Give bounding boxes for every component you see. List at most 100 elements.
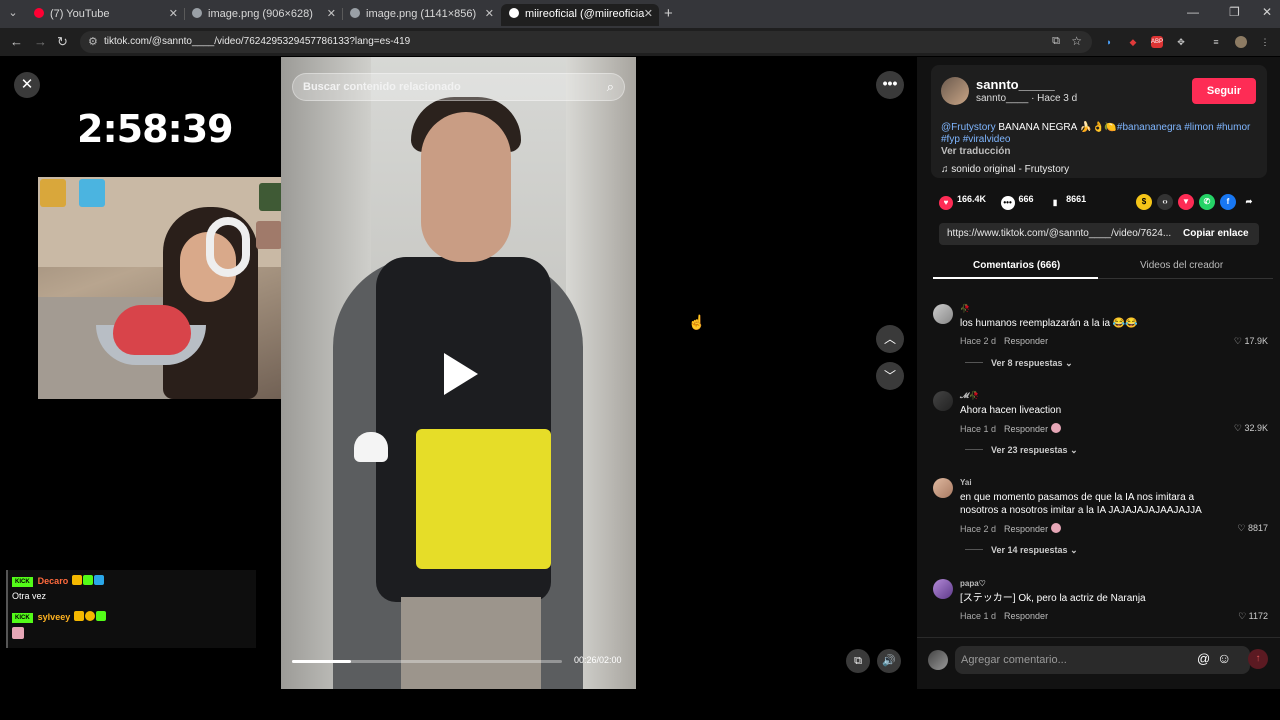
comment-like-button[interactable]: ♡ 8817 — [1237, 523, 1268, 534]
menu-icon[interactable]: ⋮ — [1259, 36, 1271, 48]
next-video-button[interactable]: ﹀ — [876, 362, 904, 390]
related-search-input[interactable]: Buscar contenido relacionado ⌕ — [292, 73, 625, 101]
window-close-icon[interactable]: ✕ — [1262, 5, 1272, 19]
share-link-url[interactable]: https://www.tiktok.com/@sannto____/video… — [947, 228, 1175, 239]
streamer-webcam — [38, 177, 306, 399]
panel-tabs: Comentarios (666) Videos del creador — [933, 255, 1273, 279]
emoji-icon[interactable]: ☺ — [1217, 650, 1231, 666]
reply-button[interactable]: Responder — [1004, 336, 1048, 346]
chevron-down-icon: ⌄ — [1065, 358, 1073, 368]
whatsapp-icon[interactable]: ✆ — [1199, 194, 1215, 210]
comment-like-button[interactable]: ♡ 1172 — [1238, 611, 1268, 622]
reply-button[interactable]: Responder — [1004, 611, 1048, 621]
commenter-avatar[interactable] — [933, 478, 953, 498]
comment-like-button[interactable]: ♡ 17.9K — [1234, 336, 1268, 347]
play-icon[interactable] — [444, 353, 478, 395]
video-player[interactable]: Buscar contenido relacionado ⌕ 00:26/02:… — [281, 57, 636, 689]
hashtag-link[interactable]: #viralvideo — [963, 134, 1011, 145]
adblock-icon[interactable]: ABP — [1151, 36, 1163, 48]
tab-image-2[interactable]: image.png (1141×856) ✕ — [342, 4, 500, 26]
floating-player-button[interactable]: ⧉ — [846, 649, 870, 673]
site-info-icon[interactable]: ⚙ — [88, 35, 98, 48]
hashtag-link[interactable]: #fyp — [941, 134, 960, 145]
video-viewer: ✕ 2:58:39 KICK Decaro Otra vez KICK sylvee… — [0, 57, 917, 689]
author-avatar[interactable] — [941, 77, 969, 105]
reply-button[interactable]: Responder — [1004, 524, 1048, 534]
comment-item: 🥀 los humanos reemplazarán a la ia 😂😂 Ha… — [933, 304, 1278, 374]
reply-button[interactable]: Responder — [1004, 424, 1048, 434]
extension-icon[interactable]: ◆ — [1127, 36, 1139, 48]
more-options-button[interactable]: ••• — [876, 71, 904, 99]
video-progress-bar[interactable] — [292, 660, 562, 663]
facebook-icon[interactable]: f — [1220, 194, 1236, 210]
commenter-name[interactable]: papa♡ — [960, 579, 986, 588]
address-bar[interactable]: ⚙ tiktok.com/@sannto____/video/762429532… — [80, 31, 1092, 53]
comment-button[interactable]: ••• 666 — [1000, 194, 1034, 210]
heart-outline-icon: ♡ — [1238, 611, 1249, 621]
forward-icon[interactable]: → — [34, 34, 47, 49]
post-description: @Frutystory BANANA NEGRA 🍌👌🍋#banananegra… — [941, 122, 1251, 145]
profile-avatar[interactable] — [1235, 36, 1247, 48]
comment-like-button[interactable]: ♡ 32.9K — [1234, 423, 1268, 434]
hashtag-link[interactable]: #humor — [1216, 122, 1250, 133]
new-tab-icon[interactable]: + — [664, 5, 673, 22]
reload-icon[interactable]: ↻ — [57, 34, 68, 50]
send-to-friend-icon[interactable]: ▼ — [1178, 194, 1194, 210]
extension-icon[interactable]: ◗ — [1103, 36, 1115, 48]
close-viewer-button[interactable]: ✕ — [14, 72, 40, 98]
search-icon[interactable]: ⌕ — [607, 79, 614, 95]
close-icon[interactable]: ✕ — [327, 4, 336, 24]
bookmark-star-icon[interactable]: ☆ — [1071, 34, 1082, 48]
mention-icon[interactable]: @ — [1197, 651, 1210, 666]
commenter-name[interactable]: 𝓜🥀 — [960, 391, 979, 401]
tab-comments[interactable]: Comentarios (666) — [973, 260, 1060, 271]
engagement-stats: ♥ 166.4K ••• 666 ▮ 8661 — [939, 194, 1086, 210]
commenter-avatar[interactable] — [933, 391, 953, 411]
close-icon[interactable]: ✕ — [485, 4, 494, 24]
install-icon[interactable]: ⧉ — [1052, 35, 1060, 48]
view-replies-button[interactable]: Ver 23 respuestas ⌄ — [965, 445, 1078, 456]
volume-icon[interactable]: 🔊 — [877, 649, 901, 673]
mention-link[interactable]: @Frutystory — [941, 122, 996, 133]
tab-image-1[interactable]: image.png (906×628) ✕ — [184, 4, 342, 26]
minimize-icon[interactable]: ― — [1187, 5, 1199, 19]
commenter-name[interactable]: Yai — [960, 478, 972, 487]
tab-youtube[interactable]: (7) YouTube ✕ — [26, 4, 184, 26]
send-comment-button[interactable]: ↑ — [1248, 649, 1268, 669]
puzzle-icon[interactable]: ✥ — [1175, 36, 1187, 48]
kick-badge: KICK — [12, 577, 33, 587]
share-link-box: https://www.tiktok.com/@sannto____/video… — [939, 223, 1259, 245]
url-text: tiktok.com/@sannto____/video/76242953294… — [104, 36, 411, 47]
heart-icon: ♥ — [939, 196, 953, 210]
follow-button[interactable]: Seguir — [1192, 78, 1256, 104]
share-icon[interactable]: ➦ — [1241, 194, 1257, 210]
copy-link-button[interactable]: Copiar enlace — [1183, 228, 1249, 239]
comment-meta: Hace 1 d Responder — [960, 611, 1049, 621]
view-replies-button[interactable]: Ver 8 respuestas ⌄ — [965, 358, 1073, 369]
coin-icon[interactable]: $ — [1136, 194, 1152, 210]
hashtag-link[interactable]: #limon — [1184, 122, 1213, 133]
sound-link[interactable]: ♫ sonido original - Frutystory — [941, 164, 1069, 175]
view-replies-button[interactable]: Ver 14 respuestas ⌄ — [965, 545, 1078, 556]
tab-creator-videos[interactable]: Videos del creador — [1140, 260, 1223, 271]
save-button[interactable]: ▮ 8661 — [1048, 194, 1086, 207]
commenter-avatar[interactable] — [933, 579, 953, 599]
close-icon[interactable]: ✕ — [169, 4, 178, 24]
media-icon[interactable]: ≡ — [1210, 36, 1222, 48]
maximize-icon[interactable]: ❐ — [1229, 5, 1240, 19]
see-translation-link[interactable]: Ver traducción — [941, 146, 1010, 157]
author-name[interactable]: sannto_____ — [976, 77, 1055, 92]
commenter-avatar[interactable] — [933, 304, 953, 324]
back-icon[interactable]: ← — [10, 34, 23, 49]
hashtag-link[interactable]: #banananegra — [1117, 122, 1182, 133]
like-button[interactable]: ♥ 166.4K — [939, 194, 986, 210]
commenter-name[interactable]: 🥀 — [960, 304, 970, 313]
embed-icon[interactable]: ‹› — [1157, 194, 1173, 210]
hand-cursor-icon: ☝ — [688, 314, 706, 330]
previous-video-button[interactable]: ︿ — [876, 325, 904, 353]
creator-liked-icon — [1050, 423, 1061, 433]
comment-meta: Hace 2 d Responder — [960, 336, 1049, 346]
close-icon[interactable]: ✕ — [644, 4, 653, 24]
tab-tiktok[interactable]: miireoficial (@miireoficial) | Tik✕ — [501, 4, 659, 26]
tab-search-icon[interactable]: ⌄ — [5, 5, 21, 21]
